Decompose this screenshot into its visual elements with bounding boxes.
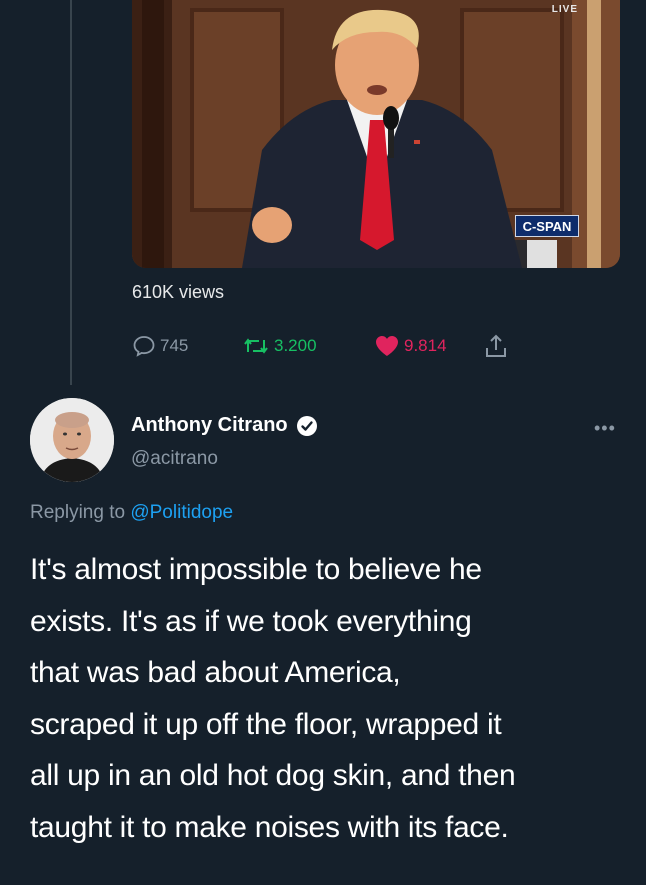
reply-count: 745 xyxy=(160,336,189,355)
like-count: 9.814 xyxy=(404,336,447,355)
author-row: Anthony Citrano xyxy=(131,414,318,437)
retweet-count: 3.200 xyxy=(274,336,317,355)
share-icon xyxy=(486,334,506,357)
video-player[interactable]: LIVE C-SPAN xyxy=(132,0,620,268)
share-button[interactable] xyxy=(484,333,508,359)
reply-button[interactable]: 745 xyxy=(132,334,242,358)
heart-icon xyxy=(376,336,398,356)
views-count: 610K views xyxy=(132,282,225,302)
display-name[interactable]: Anthony Citrano xyxy=(131,414,288,437)
verified-badge-icon xyxy=(296,415,317,436)
tweet-action-bar: 745 3.200 9.814 xyxy=(132,332,508,360)
live-badge: LIVE xyxy=(551,4,578,15)
user-handle[interactable]: @acitrano xyxy=(131,448,218,470)
network-logo: C-SPAN xyxy=(515,215,579,237)
like-button[interactable]: 9.814 xyxy=(374,334,484,358)
thread-connector-line xyxy=(70,0,72,385)
replying-prefix: Replying to xyxy=(30,502,126,523)
avatar-image xyxy=(30,398,114,482)
replying-to-line: Replying to @Politidope xyxy=(30,502,233,524)
more-icon[interactable]: ••• xyxy=(594,418,616,439)
replying-to-mention[interactable]: @Politidope xyxy=(130,502,233,523)
retweet-button[interactable]: 3.200 xyxy=(242,334,374,358)
tweet-text: It's almost impossible to believe he exi… xyxy=(30,553,516,844)
reply-icon xyxy=(133,336,155,357)
retweet-icon xyxy=(244,338,268,354)
avatar[interactable] xyxy=(30,398,114,482)
